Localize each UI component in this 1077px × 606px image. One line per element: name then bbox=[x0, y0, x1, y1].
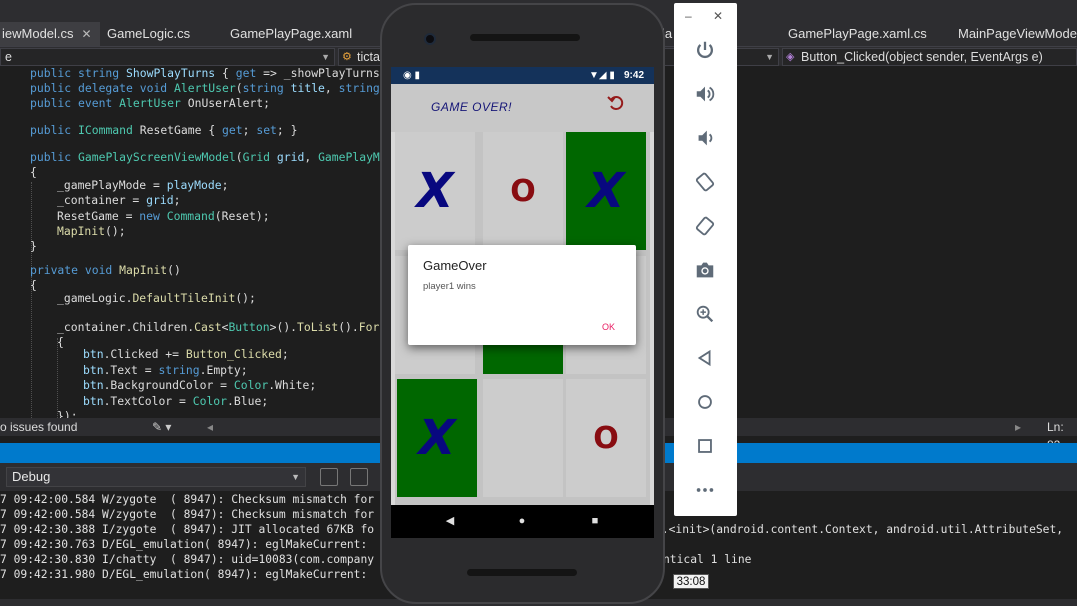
method-icon: ◈ bbox=[786, 51, 795, 63]
tab-gamelogic[interactable]: GameLogic.cs bbox=[107, 22, 190, 46]
code-line: btn.TextColor = Color.Blue; bbox=[83, 394, 269, 408]
power-icon[interactable] bbox=[692, 37, 718, 63]
tab-label: GamePlayPage.xaml.cs bbox=[788, 26, 927, 41]
code-line: }); bbox=[57, 409, 78, 418]
volume-up-icon[interactable] bbox=[692, 81, 718, 107]
issues-status[interactable]: o issues found bbox=[0, 418, 77, 436]
member-dropdown[interactable]: ◈ Button_Clicked(object sender, EventArg… bbox=[782, 48, 1077, 66]
output-source-value: Debug bbox=[12, 469, 51, 484]
notification-icon: ◉ ▮ bbox=[403, 70, 421, 81]
tab-gameplaypage-xaml[interactable]: GamePlayPage.xaml bbox=[230, 22, 352, 46]
dialog-ok-button[interactable]: OK bbox=[602, 322, 615, 332]
camera-icon[interactable] bbox=[692, 257, 718, 283]
chevron-down-icon: ▼ bbox=[291, 472, 300, 482]
output-line-fragment: ntical 1 line bbox=[663, 553, 752, 566]
code-line: _gameLogic.DefaultTileInit(); bbox=[57, 291, 256, 305]
code-line: public string ShowPlayTurns { get => _sh… bbox=[30, 66, 387, 80]
zoom-icon[interactable] bbox=[692, 301, 718, 327]
code-line: _container.Children.Cast<Button>().ToLis… bbox=[57, 320, 394, 334]
more-icon[interactable] bbox=[692, 477, 718, 503]
tab-label: MainPageViewModel.c bbox=[958, 26, 1077, 41]
code-line: { bbox=[57, 335, 64, 349]
code-line: btn.Text = string.Empty; bbox=[83, 363, 248, 377]
speaker-bottom bbox=[467, 569, 577, 576]
scroll-left-icon[interactable]: ◂ bbox=[207, 418, 213, 436]
close-icon[interactable]: ✕ bbox=[82, 27, 92, 41]
code-line: public GamePlayScreenViewModel(Grid grid… bbox=[30, 150, 394, 164]
tab-label: GameLogic.cs bbox=[107, 26, 191, 41]
speaker-top bbox=[470, 34, 580, 41]
output-line: 7 09:42:00.584 W/zygote ( 8947): Checksu… bbox=[0, 493, 375, 506]
dialog-title: GameOver bbox=[423, 258, 487, 273]
find-in-output-icon[interactable] bbox=[320, 468, 338, 486]
code-line: public ICommand ResetGame { get; set; } bbox=[30, 123, 298, 137]
clear-output-icon[interactable] bbox=[350, 468, 368, 486]
class-icon: ⚙ bbox=[342, 51, 352, 63]
output-line: 7 09:42:30.763 D/EGL_emulation( 8947): e… bbox=[0, 538, 368, 551]
home-icon[interactable] bbox=[692, 389, 718, 415]
code-line: public delegate void AlertUser(string ti… bbox=[30, 81, 394, 95]
code-line: _gamePlayMode = playMode; bbox=[57, 178, 229, 192]
chevron-down-icon: ▼ bbox=[765, 52, 774, 62]
type-dropdown[interactable]: ⚙ ticta bbox=[338, 48, 386, 66]
code-line: _container = grid; bbox=[57, 193, 181, 207]
tab-gameplaypage-xaml-cs[interactable]: GamePlayPage.xaml.cs bbox=[788, 22, 927, 46]
code-editor[interactable]: public string ShowPlayTurns { get => _sh… bbox=[0, 66, 400, 418]
front-camera bbox=[424, 33, 436, 45]
code-line: btn.BackgroundColor = Color.White; bbox=[83, 378, 317, 392]
code-line: private void MapInit() bbox=[30, 263, 181, 277]
tab-viewmodel[interactable]: iewModel.cs ✕ bbox=[0, 22, 100, 46]
project-dropdown-value: e bbox=[5, 50, 12, 64]
volume-down-icon[interactable] bbox=[692, 125, 718, 151]
emulator-toolbar: – ✕ bbox=[674, 3, 737, 516]
alert-dialog: GameOver player1 wins OK bbox=[408, 245, 636, 345]
android-nav-bar: ◀ ● ■ bbox=[391, 505, 654, 538]
code-line: { bbox=[30, 278, 37, 292]
signal-icon: ▼◢ ▮ bbox=[589, 70, 615, 81]
minimize-button[interactable]: – bbox=[685, 9, 692, 23]
code-line: } bbox=[30, 239, 37, 253]
code-line: MapInit(); bbox=[57, 224, 126, 238]
overview-icon[interactable] bbox=[692, 433, 718, 459]
code-line: btn.Clicked += Button_Clicked; bbox=[83, 347, 289, 361]
nav-recents-icon[interactable]: ■ bbox=[580, 505, 610, 538]
status-time: 9:42 bbox=[624, 70, 645, 81]
code-line: ResetGame = new Command(Reset); bbox=[57, 209, 270, 223]
chevron-down-icon: ▼ bbox=[321, 52, 330, 62]
android-status-bar: ◉ ▮ ▼◢ ▮ 9:42 bbox=[391, 67, 654, 84]
project-dropdown[interactable]: e ▼ bbox=[0, 48, 335, 66]
close-button[interactable]: ✕ bbox=[713, 9, 723, 23]
timestamp-tooltip: 33:08 bbox=[673, 574, 709, 589]
dialog-message: player1 wins bbox=[423, 281, 476, 292]
code-line: { bbox=[30, 165, 37, 179]
nav-back-icon[interactable]: ◀ bbox=[435, 505, 465, 538]
output-source-dropdown[interactable]: Debug ▼ bbox=[6, 467, 306, 487]
indent-guide bbox=[31, 182, 32, 418]
brush-icon[interactable]: ✎ ▾ bbox=[152, 418, 171, 436]
tab-label: GamePlayPage.xaml bbox=[230, 26, 353, 41]
back-icon[interactable] bbox=[692, 345, 718, 371]
tab-mainpageviewmodel[interactable]: MainPageViewModel.c bbox=[958, 22, 1077, 46]
rotate-right-icon[interactable] bbox=[692, 213, 718, 239]
tab-label: iewModel.cs bbox=[2, 26, 74, 41]
nav-home-icon[interactable]: ● bbox=[507, 505, 537, 538]
output-line: 7 09:42:00.584 W/zygote ( 8947): Checksu… bbox=[0, 508, 375, 521]
output-line: 7 09:42:30.830 I/chatty ( 8947): uid=100… bbox=[0, 553, 375, 566]
indent-guide bbox=[57, 338, 58, 418]
output-line: 7 09:42:30.388 I/zygote ( 8947): JIT all… bbox=[0, 523, 375, 536]
type-dropdown-value: ticta bbox=[357, 50, 380, 64]
rotate-left-icon[interactable] bbox=[692, 169, 718, 195]
member-dropdown-value: Button_Clicked(object sender, EventArgs … bbox=[801, 50, 1043, 64]
output-line: 7 09:42:31.980 D/EGL_emulation( 8947): e… bbox=[0, 568, 368, 581]
scroll-right-icon[interactable]: ▸ bbox=[1015, 418, 1021, 436]
output-line-fragment: w.<init>(android.content.Context, androi… bbox=[655, 523, 1064, 536]
code-line: public event AlertUser OnUserAlert; bbox=[30, 96, 271, 110]
